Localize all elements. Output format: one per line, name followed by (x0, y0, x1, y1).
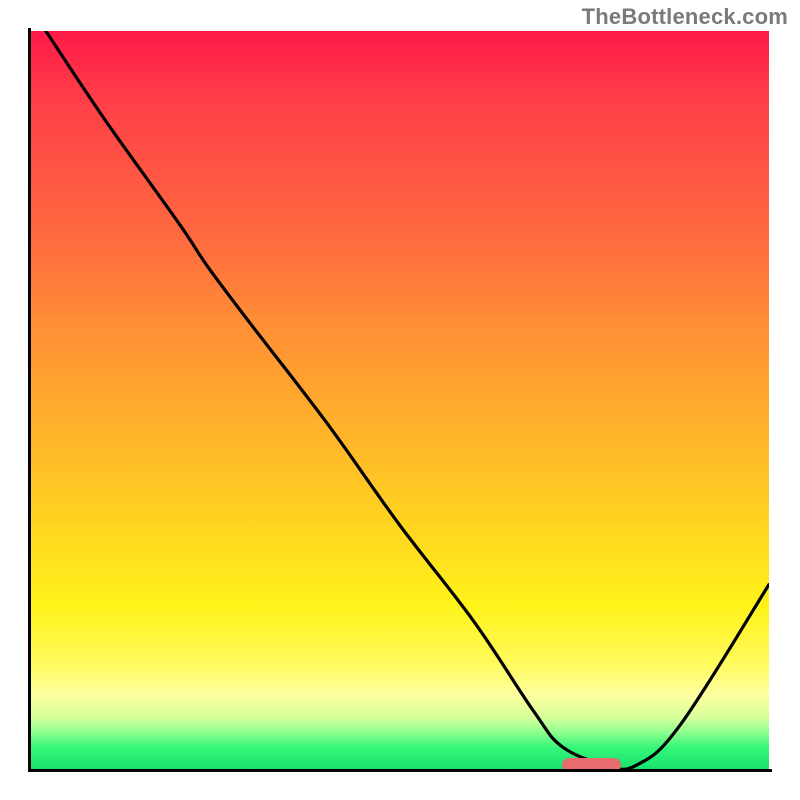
chart-container: TheBottleneck.com (0, 0, 800, 800)
bottleneck-curve (31, 31, 769, 769)
x-axis (28, 769, 772, 772)
watermark-text: TheBottleneck.com (582, 4, 788, 30)
optimal-range-marker (562, 758, 621, 769)
y-axis (28, 28, 31, 772)
plot-area (31, 31, 769, 769)
